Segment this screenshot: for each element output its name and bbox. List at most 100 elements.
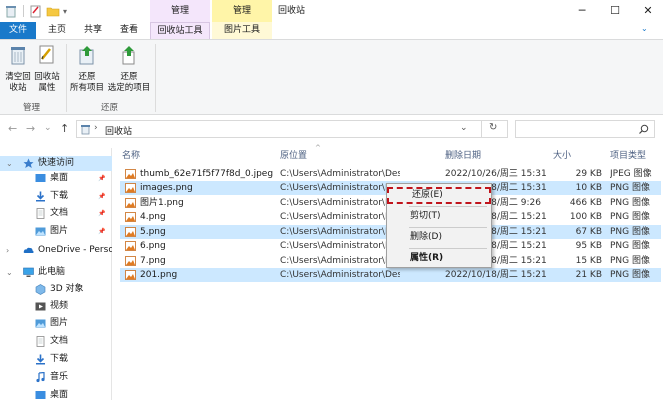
original-location: C:\Users\Administrator\Desk bbox=[280, 256, 400, 266]
column-header-type[interactable]: 项目类型 bbox=[610, 148, 646, 161]
expand-chevron-icon[interactable]: ⌄ bbox=[6, 156, 13, 171]
maximize-button[interactable]: ☐ bbox=[600, 0, 630, 22]
nav-item[interactable]: OneDrive - Persona › bbox=[0, 243, 112, 258]
restore-all-label-2: 所有项目 bbox=[69, 83, 104, 93]
forward-button[interactable]: → bbox=[26, 122, 35, 135]
original-location: C:\Users\Administrator\Desk bbox=[280, 241, 400, 251]
properties-icon[interactable] bbox=[29, 4, 43, 18]
image-file-icon bbox=[125, 212, 136, 222]
tab-home[interactable]: 主页 bbox=[36, 22, 78, 39]
restore-all-button[interactable]: 还原 所有项目 bbox=[69, 44, 105, 94]
menu-item-properties[interactable]: 属性(R) bbox=[387, 250, 491, 267]
nav-item[interactable]: 图片 📌 bbox=[0, 224, 112, 239]
ribbon-tabs: 文件 主页 共享 查看 回收站工具 图片工具 ⌄ bbox=[0, 22, 663, 39]
file-name: 7.png bbox=[140, 256, 166, 266]
date-deleted: 2022/10/18/周二 15:21 bbox=[445, 270, 547, 280]
file-size: 29 KB bbox=[575, 169, 602, 179]
star-icon bbox=[23, 158, 34, 168]
file-size: 95 KB bbox=[575, 241, 602, 251]
window-title: 回收站 bbox=[278, 6, 306, 16]
nav-item[interactable]: 桌面 📌 bbox=[0, 171, 112, 186]
nav-item[interactable]: 快速访问 ⌄ bbox=[0, 156, 112, 171]
ribbon-expand-icon[interactable]: ⌄ bbox=[641, 24, 653, 36]
nav-item[interactable]: 视频 bbox=[0, 299, 112, 314]
address-dropdown-icon[interactable]: ⌄ bbox=[460, 123, 468, 133]
download-folder-icon bbox=[36, 354, 45, 365]
minimize-button[interactable]: ─ bbox=[567, 0, 597, 22]
recycle-bin-icon bbox=[6, 6, 16, 18]
nav-item[interactable]: 3D 对象 bbox=[0, 282, 112, 297]
empty-recycle-bin-button[interactable]: 清空回 收站 bbox=[4, 44, 32, 94]
sort-ascending-icon: ^ bbox=[315, 144, 321, 152]
qat-separator bbox=[23, 5, 24, 17]
restore-selected-label-2: 选定的项目 bbox=[107, 83, 151, 93]
address-row: ← → ⌄ ↑ › 回收站 ⌄ ↻ bbox=[0, 116, 663, 142]
search-icon[interactable] bbox=[638, 124, 649, 135]
recycle-bin-properties-button[interactable]: 回收站 属性 bbox=[33, 44, 61, 94]
up-button[interactable]: ↑ bbox=[60, 122, 69, 135]
search-input[interactable] bbox=[515, 120, 655, 138]
breadcrumb-separator[interactable]: › bbox=[94, 123, 98, 133]
nav-item-label: 视频 bbox=[50, 301, 69, 311]
properties-icon bbox=[39, 45, 54, 64]
table-row[interactable]: 201.png C:\Users\Administrator\Desktop 202… bbox=[120, 268, 661, 282]
qat-customize-icon[interactable]: ▾ bbox=[63, 7, 67, 16]
refresh-icon[interactable]: ↻ bbox=[489, 122, 497, 133]
nav-item[interactable]: 下载 📌 bbox=[0, 189, 112, 204]
nav-item[interactable]: 文档 📌 bbox=[0, 206, 112, 221]
tab-recycle-bin-tools[interactable]: 回收站工具 bbox=[150, 22, 210, 39]
image-file-icon bbox=[125, 241, 136, 251]
image-file-icon bbox=[125, 270, 136, 280]
nav-item-label: 文档 bbox=[50, 208, 69, 218]
image-file-icon bbox=[125, 183, 136, 193]
tab-picture-tools[interactable]: 图片工具 bbox=[212, 22, 272, 39]
file-size: 21 KB bbox=[575, 270, 602, 280]
nav-item-label: 下载 bbox=[50, 191, 69, 201]
context-menu: 还原(E) 剪切(T) 删除(D) 属性(R) bbox=[386, 183, 492, 268]
file-size: 100 KB bbox=[569, 212, 602, 222]
tab-file[interactable]: 文件 bbox=[0, 22, 36, 39]
nav-item[interactable]: 此电脑 ⌄ bbox=[0, 265, 112, 280]
close-button[interactable]: ✕ bbox=[633, 0, 663, 22]
nav-item-label: 文档 bbox=[50, 336, 69, 346]
file-type: PNG 图像 bbox=[610, 183, 650, 193]
column-header-original-location[interactable]: 原位置 bbox=[280, 148, 307, 161]
nav-item[interactable]: 桌面 bbox=[0, 388, 112, 400]
breadcrumb-recycle-bin[interactable]: 回收站 bbox=[105, 124, 132, 137]
menu-item-restore[interactable]: 还原(E) bbox=[387, 187, 491, 204]
image-file-icon bbox=[125, 256, 136, 266]
context-header-picture-manage: 管理 bbox=[212, 0, 272, 22]
expand-chevron-icon[interactable]: ⌄ bbox=[6, 265, 13, 280]
restore-selected-button[interactable]: 还原 选定的项目 bbox=[106, 44, 152, 94]
back-button[interactable]: ← bbox=[8, 122, 17, 135]
nav-item-label: 快速访问 bbox=[38, 158, 75, 168]
expand-chevron-icon[interactable]: › bbox=[6, 243, 9, 258]
file-size: 15 KB bbox=[575, 256, 602, 266]
column-header-name[interactable]: 名称 bbox=[122, 148, 140, 161]
recycle-bin-properties-label-2: 属性 bbox=[38, 83, 56, 93]
table-row[interactable]: thumb_62e71f5f77f8d_0.jpeg C:\Users\Admin… bbox=[120, 167, 661, 181]
new-folder-icon[interactable] bbox=[46, 4, 60, 18]
column-header-date-deleted[interactable]: 删除日期 bbox=[445, 148, 481, 161]
original-location: C:\Users\Administrator\Desktop bbox=[280, 169, 400, 179]
quick-access-toolbar: ▾ bbox=[4, 4, 67, 18]
context-header-recycle-manage: 管理 bbox=[150, 0, 210, 22]
nav-item[interactable]: 下载 bbox=[0, 352, 112, 367]
recent-locations-button[interactable]: ⌄ bbox=[44, 123, 52, 133]
tab-view[interactable]: 查看 bbox=[110, 22, 148, 39]
date-deleted: 2022/10/26/周三 15:31 bbox=[445, 169, 547, 179]
menu-item-delete[interactable]: 删除(D) bbox=[387, 229, 491, 246]
image-file-icon bbox=[125, 227, 136, 237]
original-location: C:\Users\Administrator\Desk bbox=[280, 183, 400, 193]
nav-item[interactable]: 图片 bbox=[0, 316, 112, 331]
column-header-size[interactable]: 大小 bbox=[553, 148, 571, 161]
original-location: C:\Users\Administrator\Desk bbox=[280, 198, 400, 208]
desktop-folder-icon bbox=[35, 391, 46, 399]
nav-item[interactable]: 文档 bbox=[0, 334, 112, 349]
tab-share[interactable]: 共享 bbox=[78, 22, 108, 39]
menu-item-cut[interactable]: 剪切(T) bbox=[387, 208, 491, 225]
file-name: thumb_62e71f5f77f8d_0.jpeg bbox=[140, 169, 274, 179]
address-bar[interactable]: › 回收站 ⌄ ↻ bbox=[76, 120, 508, 138]
nav-item[interactable]: 音乐 bbox=[0, 370, 112, 385]
file-size: 466 KB bbox=[569, 198, 602, 208]
